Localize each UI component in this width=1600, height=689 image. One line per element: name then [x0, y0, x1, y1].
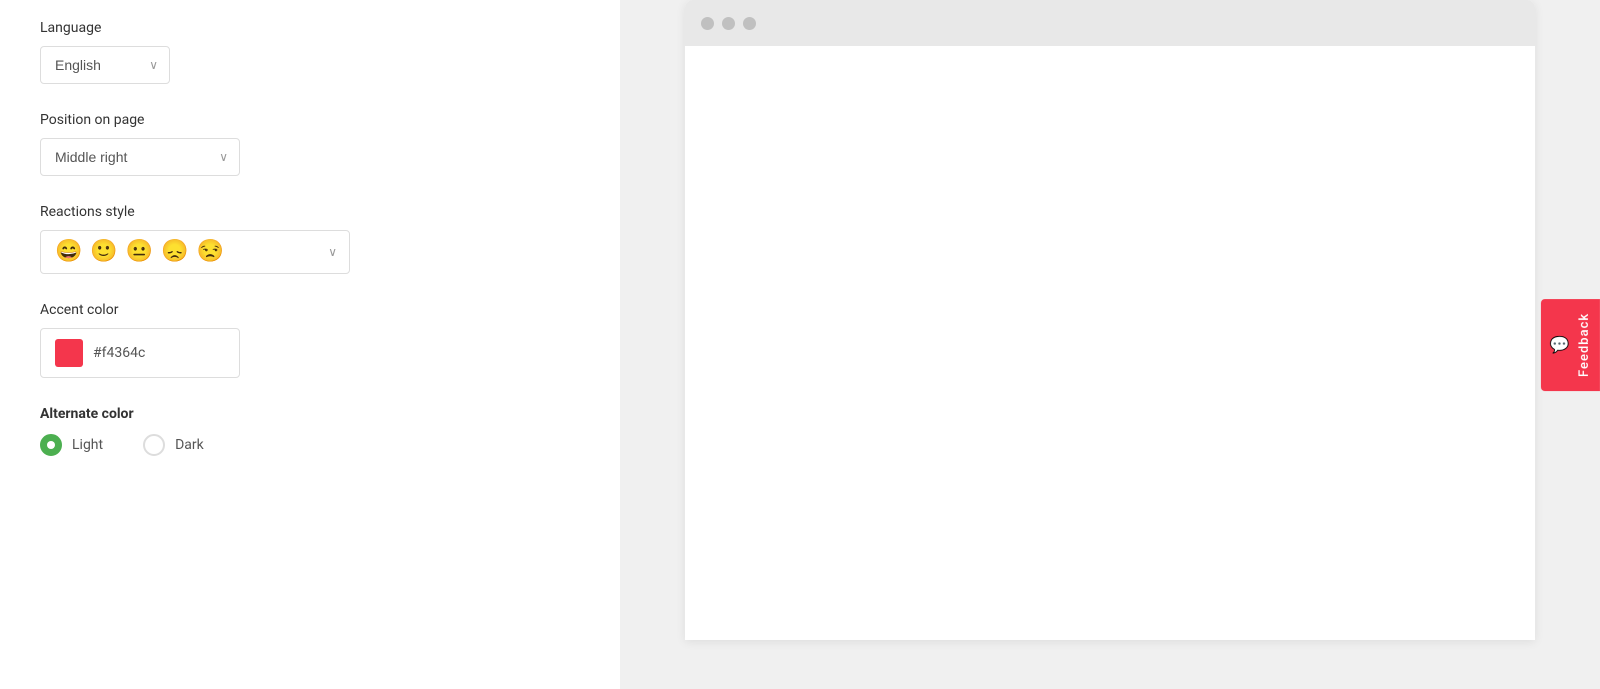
reactions-section: Reactions style 😄 🙂 😐 😞 😒 ∨	[40, 204, 580, 274]
radio-label-dark: Dark	[175, 437, 204, 453]
left-panel: Language English Spanish French German C…	[0, 0, 620, 689]
browser-titlebar	[685, 0, 1535, 46]
reactions-label: Reactions style	[40, 204, 580, 220]
radio-option-dark[interactable]: Dark	[143, 434, 204, 456]
accent-color-section: Accent color #f4364c	[40, 302, 580, 378]
browser-dot-2	[722, 17, 735, 30]
browser-dot-1	[701, 17, 714, 30]
color-hex-value: #f4364c	[93, 345, 145, 361]
language-section: Language English Spanish French German C…	[40, 20, 580, 84]
emoji-happy: 🙂	[90, 241, 117, 263]
browser-dot-3	[743, 17, 756, 30]
position-section: Position on page Middle right Middle lef…	[40, 112, 580, 176]
position-select[interactable]: Middle right Middle left Bottom right Bo…	[40, 138, 240, 176]
radio-option-light[interactable]: Light	[40, 434, 103, 456]
language-select[interactable]: English Spanish French German Chinese	[40, 46, 170, 84]
radio-circle-light[interactable]	[40, 434, 62, 456]
language-select-wrapper[interactable]: English Spanish French German Chinese ∨	[40, 46, 170, 84]
emoji-very-sad: 😒	[197, 241, 224, 263]
alternate-color-section: Alternate color Light Dark	[40, 406, 580, 456]
reactions-chevron-icon: ∨	[328, 245, 337, 259]
emoji-very-happy: 😄	[55, 241, 82, 263]
browser-mockup	[685, 0, 1535, 640]
accent-color-label: Accent color	[40, 302, 580, 318]
emoji-neutral: 😐	[126, 241, 153, 263]
radio-circle-dark[interactable]	[143, 434, 165, 456]
position-label: Position on page	[40, 112, 580, 128]
accent-color-picker[interactable]: #f4364c	[40, 328, 240, 378]
alternate-color-label: Alternate color	[40, 406, 580, 422]
color-swatch	[55, 339, 83, 367]
radio-label-light: Light	[72, 437, 103, 453]
feedback-button[interactable]: 💬 Feedback	[1541, 298, 1600, 390]
feedback-chat-icon: 💬	[1549, 335, 1569, 354]
language-label: Language	[40, 20, 580, 36]
alternate-color-radio-group: Light Dark	[40, 434, 580, 456]
feedback-label: Feedback	[1577, 312, 1592, 376]
emoji-sad: 😞	[161, 241, 188, 263]
right-panel	[620, 0, 1600, 689]
browser-content	[685, 46, 1535, 640]
reactions-style-dropdown[interactable]: 😄 🙂 😐 😞 😒 ∨	[40, 230, 350, 274]
position-select-wrapper[interactable]: Middle right Middle left Bottom right Bo…	[40, 138, 240, 176]
